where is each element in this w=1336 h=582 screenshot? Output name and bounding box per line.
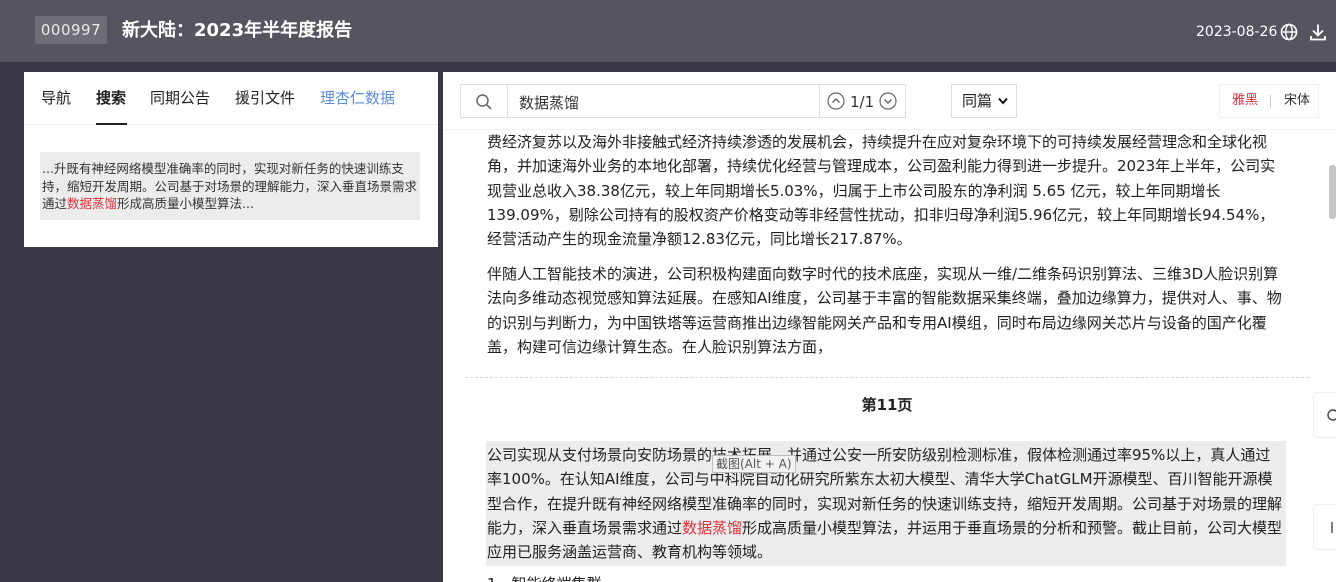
chevron-down-icon xyxy=(998,97,1008,105)
stock-code-badge: 000997 xyxy=(35,16,107,44)
font-switch: 雅黑 宋体 xyxy=(1219,84,1319,118)
app-header: 000997 新大陆：2023年半年度报告 2023-08-26 xyxy=(0,0,1336,62)
globe-icon[interactable] xyxy=(1280,23,1298,41)
page-divider xyxy=(465,377,1309,378)
search-input[interactable] xyxy=(519,91,809,113)
report-title: 新大陆：2023年半年度报告 xyxy=(122,20,353,41)
font-divider xyxy=(1270,95,1271,108)
panel-tabs: 导航 搜索 同期公告 援引文件 理杏仁数据 xyxy=(24,72,438,125)
side-float-button[interactable] xyxy=(1313,392,1336,438)
tab-same-period[interactable]: 同期公告 xyxy=(150,88,210,108)
search-box: 1/1 xyxy=(460,84,906,118)
search-result-snippet[interactable]: ...升既有神经网络模型准确率的同时，实现对新任务的快速训练支持，缩短开发周期。… xyxy=(40,152,420,220)
tab-search[interactable]: 搜索 xyxy=(96,88,126,108)
document-paragraph: 1、智能终端集群 xyxy=(487,572,1287,582)
search-match-highlight: 数据蒸馏 xyxy=(682,518,743,537)
tab-lixinger-data[interactable]: 理杏仁数据 xyxy=(320,88,395,108)
arrow-up-icon xyxy=(1331,522,1333,533)
screenshot-tooltip: 截图(Alt + A) xyxy=(712,455,796,473)
active-tab-underline xyxy=(96,123,127,125)
highlighted-paragraph: 公司实现从支付场景向安防场景的技术拓展，并通过公安一所安防级别检测标准，假体检测… xyxy=(486,441,1286,567)
snippet-highlight: 数据蒸馏 xyxy=(67,196,118,211)
font-option-songti[interactable]: 宋体 xyxy=(1284,85,1310,117)
download-icon[interactable] xyxy=(1309,23,1327,41)
chevron-down-circle-icon[interactable] xyxy=(879,92,897,110)
side-float-button[interactable] xyxy=(1313,504,1336,550)
search-icon[interactable] xyxy=(475,93,493,111)
search-toolbar: 1/1 同篇 雅黑 宋体 xyxy=(443,72,1336,130)
page-number-label: 第11页 xyxy=(861,396,913,414)
scope-select[interactable]: 同篇 xyxy=(951,84,1017,118)
search-divider xyxy=(507,85,508,117)
tab-navigation[interactable]: 导航 xyxy=(41,88,71,108)
tab-cited-files[interactable]: 援引文件 xyxy=(235,88,295,108)
document-viewer: 费经济复苏以及海外非接触式经济持续渗透的发展机会，持续提升在应对复杂环境下的可持… xyxy=(443,72,1336,582)
document-paragraph: 费经济复苏以及海外非接触式经济持续渗透的发展机会，持续提升在应对复杂环境下的可持… xyxy=(487,133,1276,249)
left-panel: 导航 搜索 同期公告 援引文件 理杏仁数据 ...升既有神经网络模型准确率的同时… xyxy=(24,72,438,247)
scope-select-value: 同篇 xyxy=(962,92,993,110)
report-date: 2023-08-26 xyxy=(1196,24,1278,40)
chevron-up-circle-icon[interactable] xyxy=(827,92,845,110)
font-option-yahei[interactable]: 雅黑 xyxy=(1232,85,1258,117)
scrollbar-thumb[interactable] xyxy=(1329,165,1336,219)
snippet-text-after: 形成高质量小模型算法... xyxy=(117,196,254,211)
search-divider xyxy=(819,85,820,117)
clock-icon xyxy=(1327,409,1336,421)
match-counter: 1/1 xyxy=(850,93,875,111)
document-paragraph: 伴随人工智能技术的演进，公司积极构建面向数字时代的技术底座，实现从一维/二维条码… xyxy=(487,265,1282,356)
